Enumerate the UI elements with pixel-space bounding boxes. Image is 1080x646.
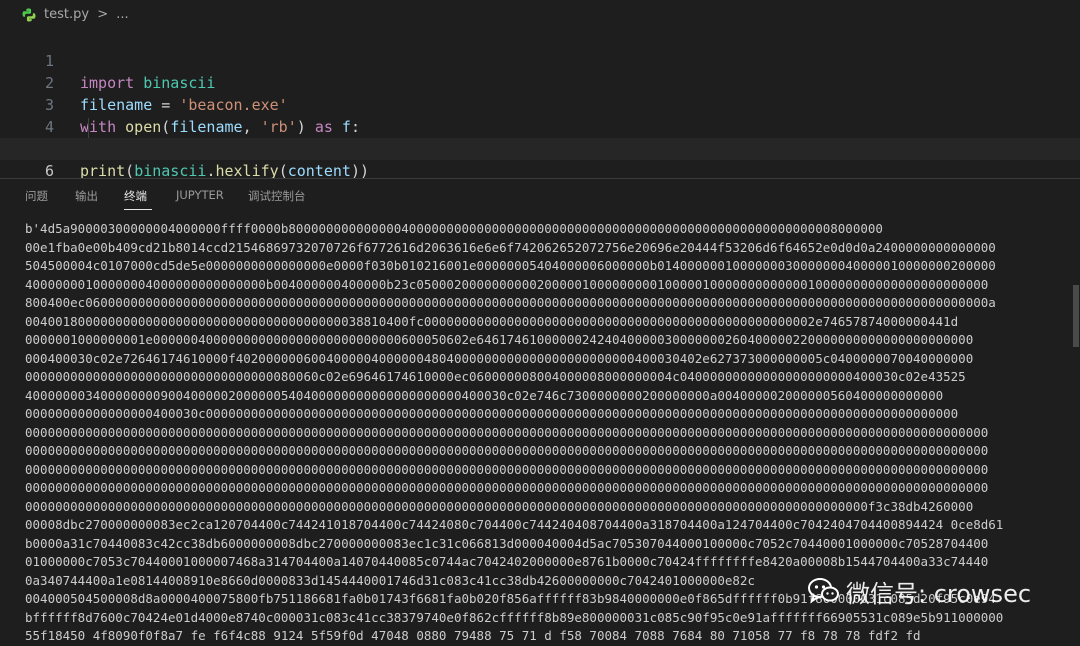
watermark-text: 微信号: crowsec xyxy=(846,580,1032,608)
terminal-line: bffffff8d7600c70424e01d4000e8740c000031c… xyxy=(25,609,1004,625)
code-line-2[interactable]: 2 filename = 'beacon.exe' xyxy=(0,50,1080,114)
terminal-line: 4000000034000000009004000002000000540400… xyxy=(25,387,944,403)
terminal-line: 0000000000000000000000000000000000000000… xyxy=(25,443,989,458)
terminal-line: 40000000100000004000000000000000b0040000… xyxy=(25,276,989,292)
tab-output[interactable]: 输出 xyxy=(75,188,98,204)
tab-jupyter[interactable]: JUPYTER xyxy=(176,188,224,202)
terminal-line: 0000001000000001e00000040000000000000000… xyxy=(25,332,974,347)
code-line-6[interactable]: 6 xyxy=(0,138,1080,180)
active-tab-indicator xyxy=(124,209,152,210)
code-line-4[interactable]: 4 content = f.read() xyxy=(0,94,1080,158)
tab-debug-console[interactable]: 调试控制台 xyxy=(248,188,306,204)
code-line-5[interactable]: 5 print(binascii.hexlify(content)) xyxy=(0,116,1080,180)
breadcrumb-more[interactable]: ... xyxy=(116,7,128,22)
terminal-line: 504500004c0107000cd5de5e0000000000000000… xyxy=(25,258,996,273)
terminal-line: b'4d5a90000300000004000000ffff0000b80000… xyxy=(25,221,883,236)
terminal-line: 00e1fba0e00b409cd21b8014ccd2154686973207… xyxy=(25,239,996,255)
terminal-line: 01000000c7053c70440001000007468a31470440… xyxy=(25,554,989,569)
code-editor[interactable]: 1 import binascii 2 filename = 'beacon.e… xyxy=(0,26,1080,180)
terminal-line: 800400ec06000000000000000000000000000000… xyxy=(25,295,996,310)
terminal-line: 0000000000000000000000000000000000000000… xyxy=(25,461,989,477)
terminal-line: 00008dbc270000000083ec2ca120704400c74424… xyxy=(25,517,1004,532)
terminal-line: 000000000000000000000000000000000080060c… xyxy=(25,369,966,384)
terminal-line: 0000000000000000000000000000000000000000… xyxy=(25,498,974,514)
breadcrumb[interactable]: test.py > ... xyxy=(44,7,129,22)
terminal-line: 0000000000000000000000000000000000000000… xyxy=(25,424,989,440)
tab-terminal[interactable]: 终端 xyxy=(124,188,147,204)
panel-tab-bar: 问题 输出 终端 JUPYTER 调试控制台 xyxy=(0,179,1080,213)
terminal-line: 000400030c02e72646174610000f402000000600… xyxy=(25,350,974,366)
wechat-logo-icon xyxy=(808,578,839,604)
tab-problems[interactable]: 问题 xyxy=(25,188,48,204)
chevron-right-icon: > xyxy=(97,7,109,22)
python-file-icon xyxy=(22,8,36,22)
terminal-scrollbar[interactable] xyxy=(1073,285,1079,347)
terminal-line: b0000a31c70440083c42cc38db6000000008dbc2… xyxy=(25,535,989,551)
breadcrumb-file[interactable]: test.py xyxy=(44,7,89,22)
terminal-line: 0040018000000000000000000000000000000000… xyxy=(25,313,959,329)
terminal-line: 0000000000000000000000000000000000000000… xyxy=(25,480,989,495)
terminal-line: 55f18450 4f8090f0f8a7 fe f6f4c88 9124 5f… xyxy=(25,628,921,643)
code-line-1[interactable]: 1 import binascii xyxy=(0,28,1080,92)
terminal-line: 00000000000000000400030c0000000000000000… xyxy=(25,406,959,421)
code-line-3[interactable]: 3 with open(filename, 'rb') as f: xyxy=(0,72,1080,136)
